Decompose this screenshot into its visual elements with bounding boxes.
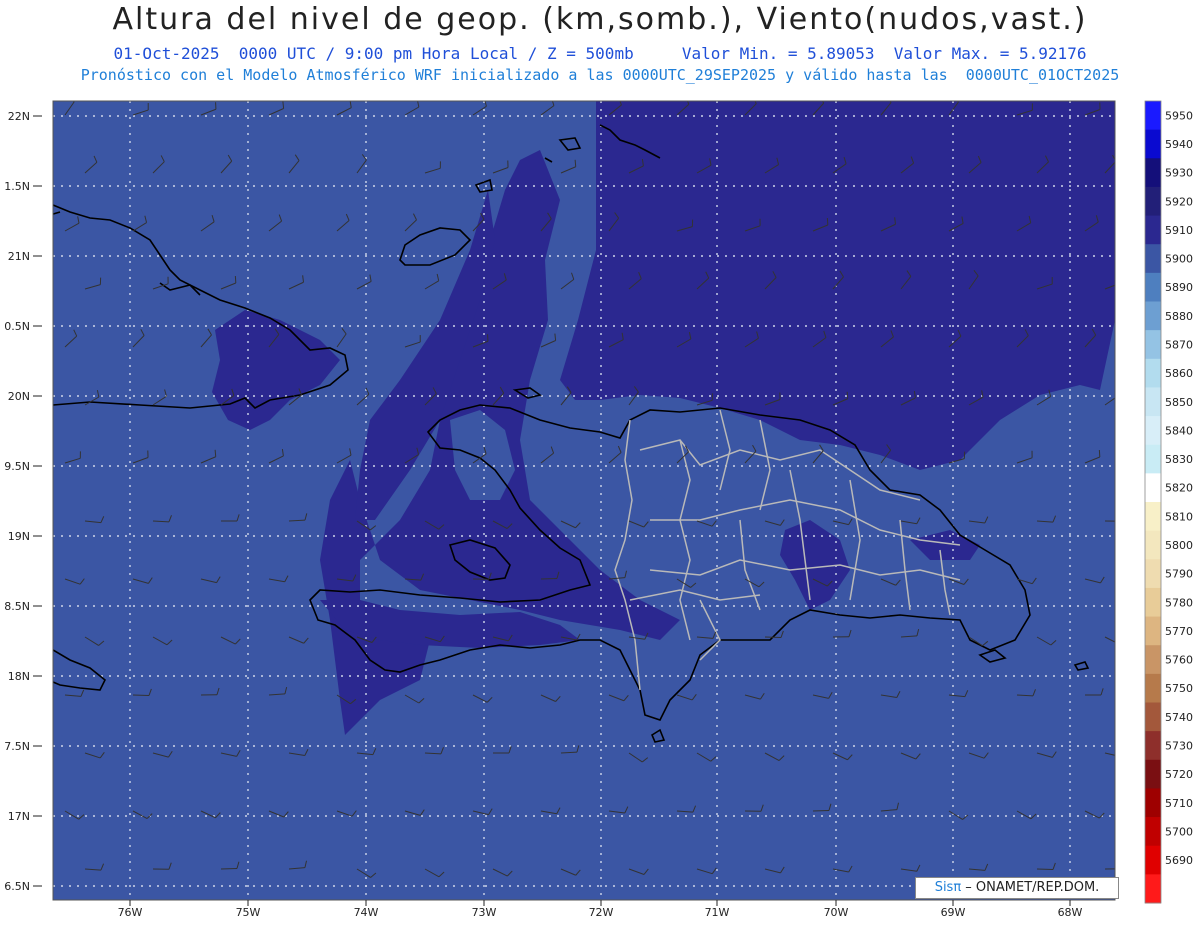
colorbar-swatch	[1145, 673, 1161, 703]
wind-barb-flag	[846, 391, 849, 399]
colorbar: 5950 5940 5930 5920 5910 5900 5890 5880 5870 5860…	[1144, 100, 1193, 904]
lat-label: 22N	[8, 110, 30, 123]
lat-label: 19N	[8, 530, 30, 543]
colorbar-label: 5950	[1165, 109, 1193, 122]
colorbar-swatch	[1145, 731, 1161, 761]
wind-barb-flag	[214, 449, 217, 457]
colorbar-swatch	[1145, 702, 1161, 732]
longitude-labels: 76W 75W 74W 73W 72W 71W 70W 69W 68W	[118, 900, 1083, 919]
colorbar-label: 5690	[1165, 854, 1193, 867]
colorbar-label: 5820	[1165, 482, 1193, 495]
colorbar-swatch	[1145, 272, 1161, 302]
wind-barb-staff	[812, 809, 830, 812]
colorbar-swatch	[1145, 530, 1161, 560]
colorbar-swatch	[1145, 215, 1161, 245]
colorbar-label: 5810	[1165, 510, 1193, 523]
colorbar-label: 5930	[1165, 167, 1193, 180]
lat-label: 0.5N	[4, 320, 30, 333]
wind-barb-staff	[1036, 868, 1054, 871]
colorbar-swatch	[1145, 473, 1161, 503]
latitude-labels: 22N 1.5N 21N 0.5N 20N 9.5N 19N 8.5N 18N 7.5N 17N 6.…	[4, 110, 42, 893]
wind-barb-flag	[1121, 751, 1125, 757]
lat-label: 6.5N	[4, 880, 30, 893]
wind-barb-staff	[540, 577, 558, 580]
colorbar-label: 5910	[1165, 224, 1193, 237]
colorbar-label: 5780	[1165, 596, 1193, 609]
colorbar-label: 5770	[1165, 625, 1193, 638]
wind-barb-staff	[764, 636, 782, 639]
colorbar-swatch	[1145, 845, 1161, 875]
colorbar-label: 5900	[1165, 253, 1193, 266]
lon-label: 75W	[236, 906, 261, 919]
colorbar-swatch	[1145, 788, 1161, 818]
colorbar-swatch	[1145, 244, 1161, 274]
lon-label: 70W	[824, 906, 849, 919]
lat-label: 9.5N	[4, 460, 30, 473]
lon-label: 72W	[589, 906, 614, 919]
colorbar-swatch	[1145, 444, 1161, 474]
colorbar-label: 5870	[1165, 338, 1193, 351]
colorbar-label: 5890	[1165, 281, 1193, 294]
colorbar-label: 5720	[1165, 768, 1193, 781]
colorbar-label: 5850	[1165, 396, 1193, 409]
colorbar-label: 5920	[1165, 195, 1193, 208]
colorbar-swatch	[1145, 330, 1161, 360]
lat-label: 1.5N	[4, 180, 30, 193]
colorbar-swatch	[1145, 387, 1161, 417]
wind-barb-staff	[132, 694, 150, 697]
lat-label: 7.5N	[4, 740, 30, 753]
colorbar-label: 5860	[1165, 367, 1193, 380]
lon-label: 71W	[705, 906, 730, 919]
colorbar-label: 5700	[1165, 825, 1193, 838]
lon-label: 73W	[472, 906, 497, 919]
lat-label: 20N	[8, 390, 30, 403]
map-panel: 22N 1.5N 21N 0.5N 20N 9.5N 19N 8.5N 18N 7.5N 17N 6.…	[4, 100, 1193, 919]
colorbar-swatch	[1145, 358, 1161, 388]
colorbar-swatch	[1145, 186, 1161, 217]
credit-text: – ONAMET/REP.DOM.	[961, 880, 1100, 895]
lat-label: 17N	[8, 810, 30, 823]
lat-label: 21N	[8, 250, 30, 263]
wind-barb-flag	[1121, 862, 1123, 869]
lat-label: 18N	[8, 670, 30, 683]
colorbar-swatch	[1145, 874, 1161, 904]
colorbar-swatch	[1145, 817, 1161, 847]
colorbar-label: 5940	[1165, 138, 1193, 151]
wind-barb-staff	[220, 867, 238, 870]
wind-barb-flag	[1121, 515, 1123, 522]
colorbar-label: 5790	[1165, 568, 1193, 581]
lon-label: 76W	[118, 906, 143, 919]
colorbar-label: 5760	[1165, 654, 1193, 667]
colorbar-label: 5830	[1165, 453, 1193, 466]
colorbar-swatch	[1145, 559, 1161, 589]
colorbar-swatch	[1145, 129, 1161, 159]
lat-label: 8.5N	[4, 600, 30, 613]
colorbar-swatch	[1145, 759, 1161, 789]
colorbar-swatch	[1145, 416, 1161, 446]
colorbar-swatch	[1145, 301, 1161, 331]
colorbar-label: 5740	[1165, 711, 1193, 724]
colorbar-swatch	[1145, 101, 1161, 131]
colorbar-label: 5880	[1165, 310, 1193, 323]
credit-box: Sisπ – ONAMET/REP.DOM.	[915, 877, 1119, 899]
colorbar-label: 5710	[1165, 797, 1193, 810]
colorbar-swatch	[1145, 587, 1161, 618]
colorbar-swatch	[1145, 645, 1161, 675]
wind-barb-flag	[574, 159, 577, 167]
colorbar-swatch	[1145, 616, 1161, 646]
colorbar-label: 5800	[1165, 539, 1193, 552]
colorbar-swatch	[1145, 502, 1161, 532]
wind-barb-flag	[1116, 389, 1118, 396]
lon-label: 74W	[354, 906, 379, 919]
lon-label: 68W	[1058, 906, 1083, 919]
lon-label: 69W	[941, 906, 966, 919]
colorbar-label: 5840	[1165, 424, 1193, 437]
wind-barb-flag	[1119, 639, 1124, 644]
credit-logo: Sisπ	[934, 880, 962, 895]
colorbar-label: 5730	[1165, 739, 1193, 752]
colorbar-swatch	[1145, 158, 1161, 188]
colorbar-label: 5750	[1165, 682, 1193, 695]
